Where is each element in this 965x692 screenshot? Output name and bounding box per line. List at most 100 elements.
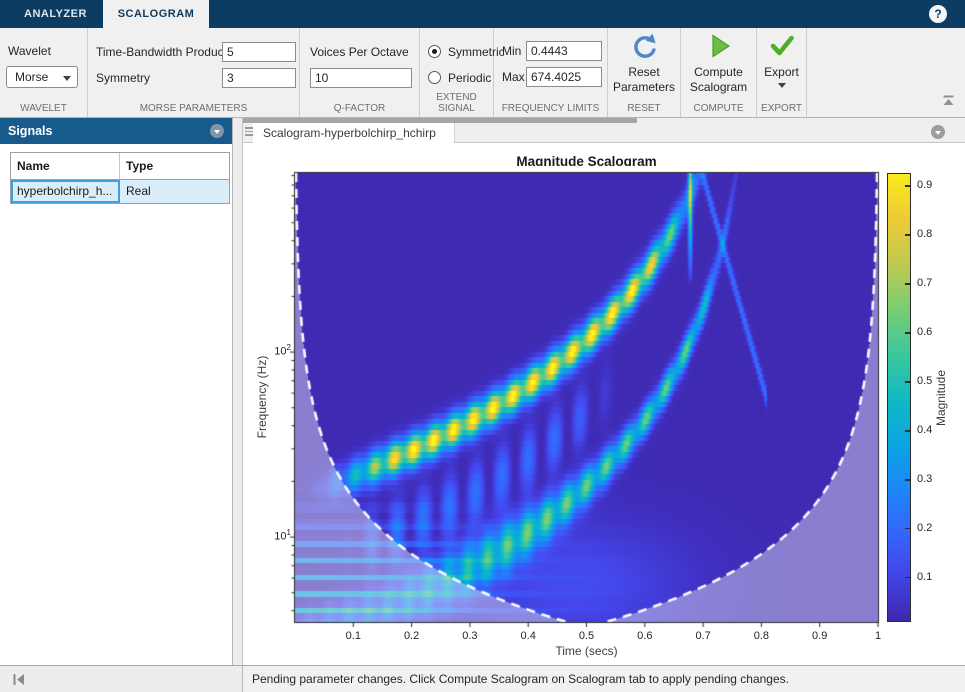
chevron-down-icon[interactable] [210, 124, 224, 138]
signals-panel: Signals Name Type hyperbolchirp_h... Rea… [0, 118, 233, 665]
colorbar-tick-mark [905, 430, 910, 432]
table-row[interactable]: hyperbolchirp_h... Real [11, 180, 229, 203]
colorbar-tick-mark [905, 577, 910, 579]
reset-parameters-button[interactable]: Reset Parameters [608, 32, 680, 95]
colorbar-tick-mark [905, 185, 910, 187]
x-tick-label: 0.8 [741, 630, 781, 642]
chevron-down-icon[interactable] [931, 125, 945, 139]
colorbar-tick-mark [905, 283, 910, 285]
x-tick-label: 0.9 [800, 630, 840, 642]
periodic-radio[interactable]: Periodic [428, 70, 492, 86]
caret-down-icon [63, 76, 71, 81]
signals-table: Name Type hyperbolchirp_h... Real [10, 152, 230, 204]
tab-scalogram[interactable]: SCALOGRAM [103, 0, 209, 28]
colorbar-tick-label: 0.1 [917, 571, 947, 583]
colorbar-tick-label: 0.3 [917, 473, 947, 485]
radio-icon [428, 71, 441, 84]
section-label: RESET [608, 103, 680, 114]
colorbar-tick-mark [905, 332, 910, 334]
section-wavelet: Wavelet Morse WAVELET [0, 28, 88, 117]
x-tick-label: 0.4 [508, 630, 548, 642]
reset-label-line2: Parameters [608, 80, 680, 95]
min-frequency-input[interactable] [526, 41, 602, 61]
x-tick-label: 0.1 [333, 630, 373, 642]
x-tick-label: 1 [858, 630, 898, 642]
export-label: Export [757, 65, 806, 80]
y-tick-label: 101 [257, 528, 291, 543]
y-axis-label: Frequency (Hz) [255, 327, 269, 467]
collapse-left-panel-icon[interactable] [12, 673, 26, 686]
time-bandwidth-input[interactable] [222, 42, 296, 62]
section-qfactor: Voices Per Octave Q-FACTOR [300, 28, 420, 117]
x-tick-label: 0.5 [567, 630, 607, 642]
document-tab-scalogram[interactable]: Scalogram-hyperbolchirp_hchirp [253, 123, 455, 144]
section-export: Export EXPORT [757, 28, 807, 117]
colorbar-tick-label: 0.9 [917, 179, 947, 191]
section-label: Q-FACTOR [300, 103, 419, 114]
play-triangle-icon [705, 32, 733, 60]
colorbar-tick-label: 0.2 [917, 522, 947, 534]
column-header-name[interactable]: Name [11, 153, 120, 180]
green-check-icon [769, 32, 795, 60]
x-tick-label: 0.3 [450, 630, 490, 642]
collapse-up-icon [942, 95, 955, 106]
signals-panel-title: Signals [8, 124, 52, 138]
section-label: EXPORT [757, 103, 806, 114]
column-header-type[interactable]: Type [120, 153, 229, 180]
section-frequency-limits: Min Max FREQUENCY LIMITS [494, 28, 608, 117]
section-extend-signal: Symmetric Periodic EXTEND SIGNAL [420, 28, 494, 117]
wavelet-dropdown[interactable]: Morse [6, 66, 78, 88]
colorbar-tick-mark [905, 234, 910, 236]
section-label: FREQUENCY LIMITS [494, 103, 607, 114]
status-bar-left [0, 666, 243, 692]
compute-scalogram-button[interactable]: Compute Scalogram [681, 32, 756, 95]
section-label: COMPUTE [681, 103, 756, 114]
section-label: WAVELET [0, 103, 87, 114]
signals-panel-header: Signals [0, 118, 232, 144]
panel-splitter[interactable] [233, 118, 243, 665]
status-bar: Pending parameter changes. Click Compute… [0, 665, 965, 692]
section-label: EXTEND SIGNAL [420, 92, 493, 114]
x-tick-label: 0.7 [683, 630, 723, 642]
help-icon[interactable]: ? [929, 5, 947, 23]
x-tick-label: 0.2 [392, 630, 432, 642]
ribbon-tabstrip: ANALYZER SCALOGRAM ? [0, 0, 965, 28]
wavelet-time-frequency-analyzer-app: ANALYZER SCALOGRAM ? Wavelet Morse WAVEL… [0, 0, 965, 692]
toolstrip: Wavelet Morse WAVELET Time-Bandwidth Pro… [0, 28, 965, 118]
colorbar-tick-label: 0.7 [917, 277, 947, 289]
collapse-toolstrip-button[interactable] [942, 93, 955, 111]
symmetry-input[interactable] [222, 68, 296, 88]
signal-type-cell[interactable]: Real [120, 180, 229, 203]
document-tab-bar: Scalogram-hyperbolchirp_hchirp [243, 118, 965, 143]
colorbar-tick-mark [905, 381, 910, 383]
scalogram-heatmap[interactable] [288, 166, 885, 629]
section-morse-parameters: Time-Bandwidth Product Symmetry MORSE PA… [88, 28, 300, 117]
max-frequency-input[interactable] [526, 67, 602, 87]
colorbar [887, 173, 911, 622]
export-button[interactable]: Export [757, 32, 806, 88]
tab-analyzer[interactable]: ANALYZER [8, 0, 103, 28]
time-bandwidth-label: Time-Bandwidth Product [96, 45, 227, 59]
section-compute: Compute Scalogram COMPUTE [681, 28, 757, 117]
voices-per-octave-label: Voices Per Octave [310, 45, 409, 59]
periodic-radio-label: Periodic [448, 71, 491, 85]
voices-per-octave-input[interactable] [310, 68, 412, 88]
radio-icon [428, 45, 441, 58]
symmetric-radio[interactable]: Symmetric [428, 44, 492, 60]
signals-table-header: Name Type [11, 153, 229, 180]
compute-label-line1: Compute [681, 65, 756, 80]
figure-area: Magnitude Scalogram 0.10.20.30.40.50.60.… [243, 143, 965, 665]
wavelet-label: Wavelet [8, 44, 51, 58]
max-label: Max [502, 70, 525, 84]
wavelet-dropdown-value: Morse [15, 70, 48, 84]
signal-name-cell[interactable]: hyperbolchirp_h... [11, 180, 120, 203]
reset-label-line1: Reset [608, 65, 680, 80]
reset-circular-arrow-icon [630, 32, 658, 60]
compute-label-line2: Scalogram [681, 80, 756, 95]
colorbar-tick-mark [905, 479, 910, 481]
min-label: Min [502, 44, 521, 58]
colorbar-tick-label: 0.6 [917, 326, 947, 338]
caret-down-icon [778, 83, 786, 88]
colorbar-tick-label: 0.8 [917, 228, 947, 240]
section-label: MORSE PARAMETERS [88, 103, 299, 114]
